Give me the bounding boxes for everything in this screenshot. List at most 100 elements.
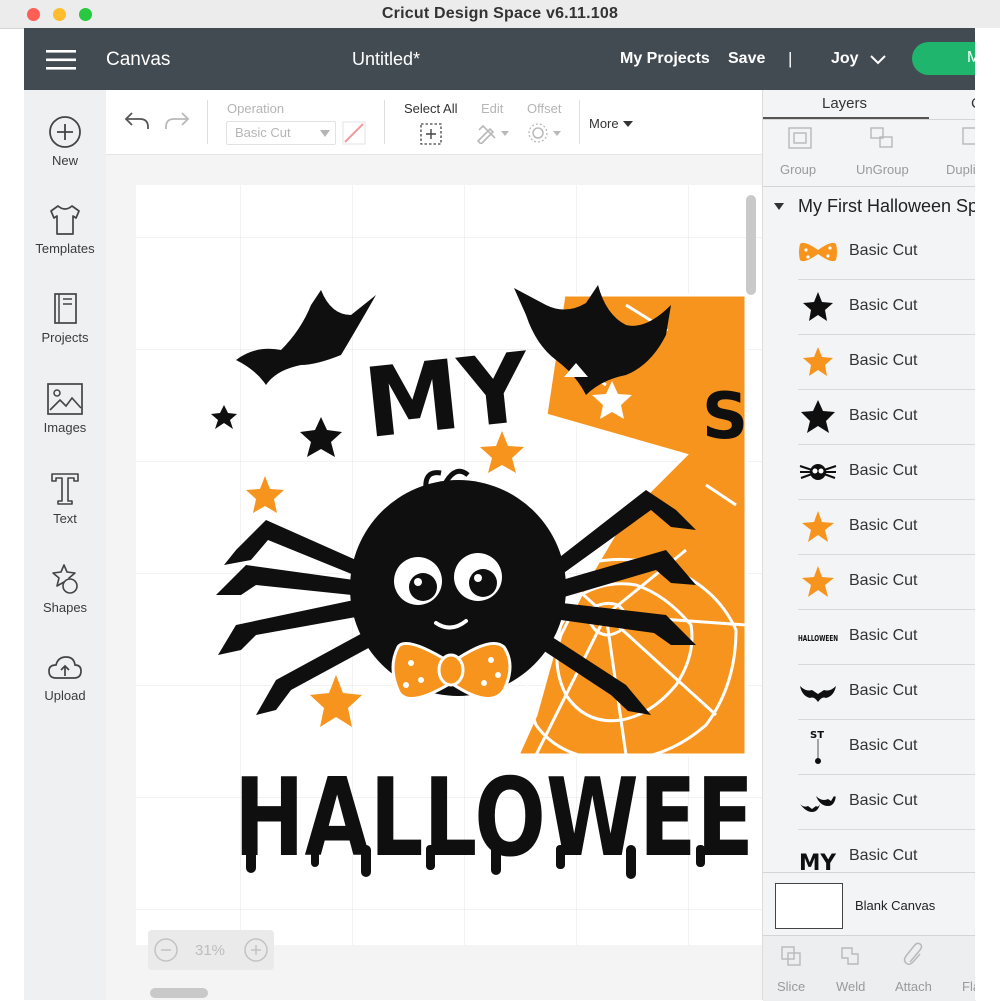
layer-name: Basic Cut bbox=[849, 352, 918, 369]
layer-name: Basic Cut bbox=[849, 737, 918, 754]
operation-select-value: Basic Cut bbox=[235, 125, 291, 140]
plus-circle-icon bbox=[49, 116, 81, 148]
layer-row[interactable]: ST Basic Cut bbox=[798, 720, 976, 775]
sidebar-item-images[interactable]: Images bbox=[24, 382, 106, 435]
shapes-icon bbox=[52, 564, 78, 594]
layer-row[interactable]: Basic Cut bbox=[798, 225, 976, 280]
edit-label: Edit bbox=[481, 101, 504, 116]
sidebar-item-label: Upload bbox=[44, 688, 86, 703]
layers-panel: Layers C Group UnGroup Dupli My First Ha… bbox=[762, 90, 982, 1001]
sidebar-item-text[interactable]: Text bbox=[24, 471, 106, 526]
sidebar-item-label: Shapes bbox=[42, 600, 88, 615]
orange-star-thumbnail-icon bbox=[802, 566, 834, 597]
zoom-in-icon[interactable] bbox=[244, 938, 268, 962]
more-menu-button[interactable]: More bbox=[589, 116, 641, 136]
zoom-out-icon[interactable] bbox=[154, 938, 178, 962]
sidebar-item-templates[interactable]: Templates bbox=[24, 203, 106, 256]
panel-bottom-actions: Slice Weld Attach Fla bbox=[763, 935, 980, 1001]
layer-name: Basic Cut bbox=[849, 792, 918, 809]
app-header: Canvas Untitled* My Projects Save | Joy … bbox=[24, 28, 1000, 90]
layer-name: Basic Cut bbox=[849, 297, 918, 314]
group-label: Group bbox=[780, 162, 817, 177]
sidebar-item-label: Images bbox=[43, 420, 87, 435]
redo-icon[interactable] bbox=[163, 110, 191, 132]
artwork-text-s[interactable]: S bbox=[702, 380, 748, 454]
layer-row[interactable]: Basic Cut bbox=[798, 555, 976, 610]
weld-icon[interactable] bbox=[838, 944, 862, 968]
my-text-thumbnail-icon: MY bbox=[799, 851, 837, 876]
zoom-control: 31% bbox=[148, 930, 274, 970]
tab-layers[interactable]: Layers bbox=[822, 95, 867, 112]
layer-name: Basic Cut bbox=[849, 627, 918, 644]
operation-select[interactable]: Basic Cut bbox=[226, 121, 336, 145]
document-title[interactable]: Untitled* bbox=[352, 49, 420, 70]
caret-down-icon[interactable] bbox=[774, 203, 784, 210]
bat-thumbnail-icon bbox=[800, 686, 836, 702]
layer-row[interactable]: Basic Cut bbox=[798, 445, 976, 500]
tshirt-icon bbox=[50, 205, 80, 235]
sidebar-item-upload[interactable]: Upload bbox=[24, 652, 106, 703]
undo-icon[interactable] bbox=[123, 110, 151, 132]
orange-star-thumbnail-icon bbox=[803, 347, 833, 376]
layer-row[interactable]: Basic Cut bbox=[798, 390, 976, 445]
sidebar-item-label: New bbox=[51, 153, 78, 168]
slice-icon[interactable] bbox=[779, 944, 803, 968]
canvas-label: Canvas bbox=[106, 49, 171, 70]
layer-name: Basic Cut bbox=[849, 847, 918, 864]
window-titlebar: Cricut Design Space v6.11.108 bbox=[0, 0, 1000, 29]
layer-name: Basic Cut bbox=[849, 572, 918, 589]
layer-row[interactable]: Basic Cut bbox=[798, 775, 976, 830]
offset-icon[interactable] bbox=[527, 122, 563, 144]
layer-row[interactable]: Basic Cut bbox=[798, 335, 976, 390]
sidebar-item-projects[interactable]: Projects bbox=[24, 292, 106, 345]
sidebar-item-shapes[interactable]: Shapes bbox=[24, 562, 106, 615]
my-projects-link[interactable]: My Projects bbox=[620, 50, 710, 68]
blank-canvas-row[interactable]: Blank Canvas bbox=[763, 872, 976, 935]
duplicate-icon[interactable] bbox=[961, 126, 976, 150]
sidebar-item-new[interactable]: New bbox=[24, 115, 106, 168]
canvas-horizontal-scrollbar[interactable] bbox=[150, 988, 208, 998]
layer-name: Basic Cut bbox=[849, 517, 918, 534]
operation-label: Operation bbox=[227, 101, 285, 116]
layer-row[interactable]: Basic Cut bbox=[798, 500, 976, 555]
svg-text:ST: ST bbox=[810, 730, 824, 741]
layer-row[interactable]: HALLOWEEN Basic Cut bbox=[798, 610, 976, 665]
sidebar-item-label: Projects bbox=[41, 330, 89, 345]
blank-canvas-label: Blank Canvas bbox=[855, 898, 936, 913]
layer-name: Basic Cut bbox=[849, 682, 918, 699]
artwork-text-my[interactable]: MY bbox=[359, 331, 536, 460]
select-all-icon[interactable] bbox=[419, 122, 443, 146]
active-tab-indicator bbox=[763, 117, 929, 119]
caret-down-icon bbox=[623, 121, 633, 127]
layer-group-header[interactable]: My First Halloween Sp bbox=[763, 190, 978, 224]
ungroup-icon[interactable] bbox=[869, 126, 895, 150]
group-icon[interactable] bbox=[787, 126, 813, 150]
image-icon bbox=[47, 383, 83, 415]
upload-cloud-icon bbox=[48, 656, 82, 679]
save-button[interactable]: Save bbox=[728, 50, 765, 68]
text-icon bbox=[51, 473, 79, 505]
panel-divider bbox=[763, 186, 976, 187]
chevron-down-icon[interactable] bbox=[870, 55, 886, 65]
bow-thumbnail-icon bbox=[799, 242, 837, 262]
canvas-artwork[interactable]: S MY HALLOWEE bbox=[106, 155, 762, 1000]
header-divider: | bbox=[788, 49, 793, 68]
toolbar-separator bbox=[207, 100, 208, 144]
canvas-vertical-scrollbar[interactable] bbox=[746, 195, 756, 295]
st-hanging-thumbnail-icon: ST bbox=[810, 730, 824, 764]
blank-canvas-swatch[interactable] bbox=[775, 883, 843, 929]
user-menu-name[interactable]: Joy bbox=[831, 50, 859, 68]
duplicate-label: Dupli bbox=[946, 162, 976, 177]
linetype-color-swatch-icon[interactable] bbox=[342, 121, 366, 145]
design-canvas[interactable]: S MY HALLOWEE bbox=[106, 155, 762, 1000]
weld-label: Weld bbox=[836, 979, 866, 994]
attach-paperclip-icon[interactable] bbox=[902, 942, 926, 968]
window-title: Cricut Design Space v6.11.108 bbox=[381, 5, 619, 22]
halloween-text-thumbnail-icon: HALLOWEEN bbox=[798, 633, 838, 643]
layer-row[interactable]: Basic Cut bbox=[798, 665, 976, 720]
layer-name: Basic Cut bbox=[849, 407, 918, 424]
zoom-level: 31% bbox=[195, 942, 226, 959]
hamburger-menu-icon[interactable] bbox=[46, 49, 76, 71]
edit-tools-icon[interactable] bbox=[475, 122, 511, 144]
layer-row[interactable]: Basic Cut bbox=[798, 280, 976, 335]
